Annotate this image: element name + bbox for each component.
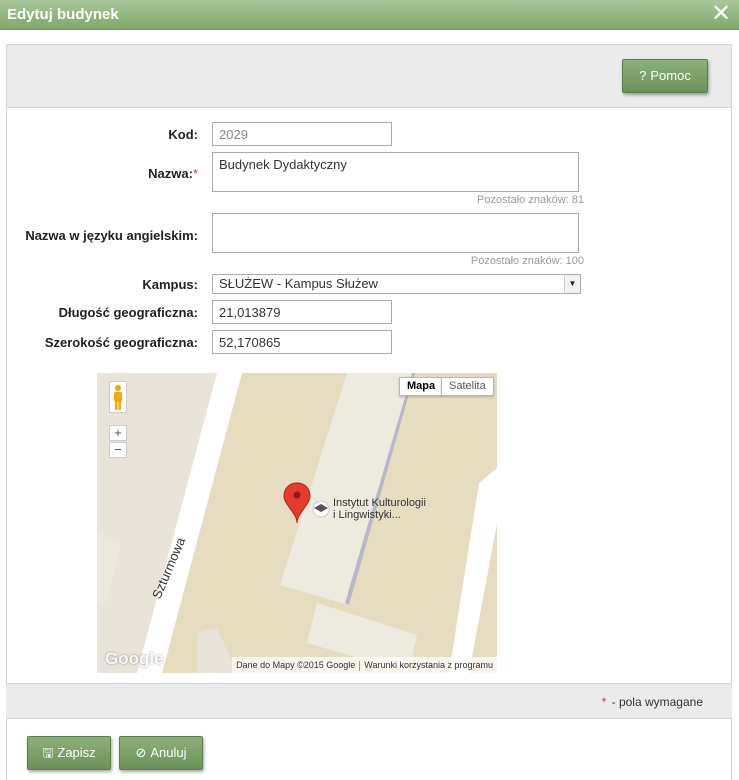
- map-attribution: Dane do Mapy ©2015 Google Warunki korzyst…: [232, 657, 497, 673]
- help-button[interactable]: ? Pomoc: [622, 59, 708, 93]
- graduation-cap-icon: [312, 500, 330, 518]
- dlugosc-field[interactable]: [212, 300, 392, 324]
- map-type-satellite-button[interactable]: Satelita: [441, 377, 494, 396]
- window-title: Edytuj budynek: [7, 6, 119, 23]
- map-tiles: [97, 373, 497, 673]
- zoom-out-button[interactable]: −: [109, 442, 127, 458]
- help-button-label: Pomoc: [650, 68, 691, 83]
- nazwa-field[interactable]: Budynek Dydaktyczny: [212, 152, 579, 192]
- save-button-label: Zapisz: [57, 745, 96, 760]
- kampus-selected-value: SŁUŻEW - Kampus Służew: [219, 276, 378, 291]
- szerokosc-label: Szerokość geograficzna:: [44, 335, 198, 350]
- dropdown-arrow-icon[interactable]: ▼: [564, 275, 580, 293]
- nazwa-en-char-counter: Pozostało znaków: 100: [470, 255, 584, 267]
- nazwa-en-field[interactable]: [212, 213, 579, 253]
- cancel-button-label: Anuluj: [150, 745, 187, 760]
- map-attribution-data: Dane do Mapy ©2015 Google: [236, 660, 356, 670]
- nazwa-char-counter: Pozostało znaków: 81: [476, 194, 584, 206]
- map-view[interactable]: Szturmowa Instytut Kulturologii i Lingwi…: [97, 373, 497, 673]
- required-marker: *: [601, 695, 607, 709]
- pegman-icon[interactable]: [109, 381, 127, 413]
- close-icon[interactable]: ✕: [709, 2, 733, 26]
- required-note: * - pola wymagane: [602, 695, 703, 709]
- required-note-text: - pola wymagane: [608, 695, 703, 709]
- window-titlebar: Edytuj budynek ✕: [0, 0, 739, 30]
- nazwa-label: Nazwa:*: [40, 166, 198, 181]
- kampus-select[interactable]: SŁUŻEW - Kampus Służew ▼: [212, 274, 581, 294]
- kampus-label: Kampus:: [142, 277, 198, 292]
- map-type-map-button[interactable]: Mapa: [399, 377, 444, 396]
- kod-field[interactable]: [212, 122, 392, 146]
- attribution-divider: [359, 660, 361, 671]
- map-road-right: [449, 468, 497, 673]
- required-note-bar: * - pola wymagane: [6, 683, 732, 719]
- nazwa-label-text: Nazwa:: [148, 166, 193, 181]
- cancel-button[interactable]: ⊘ Anuluj: [119, 736, 203, 770]
- question-icon: ?: [639, 68, 647, 83]
- cancel-icon: ⊘: [135, 745, 147, 760]
- save-button[interactable]: 🖫 Zapisz: [27, 736, 111, 770]
- szerokosc-field[interactable]: [212, 330, 392, 354]
- nazwa-en-label: Nazwa w języku angielskim:: [25, 228, 198, 243]
- map-corner: [197, 628, 237, 673]
- zoom-in-button[interactable]: +: [109, 425, 127, 441]
- google-logo: Google: [105, 649, 164, 668]
- map-terms-link[interactable]: Warunki korzystania z programu: [364, 660, 493, 670]
- kod-label: Kod:: [168, 127, 198, 142]
- dlugosc-label: Długość geograficzna:: [58, 305, 198, 320]
- poi-label[interactable]: Instytut Kulturologii i Lingwistyki...: [333, 497, 426, 521]
- required-marker: *: [192, 166, 198, 181]
- floppy-icon: 🖫: [42, 745, 54, 760]
